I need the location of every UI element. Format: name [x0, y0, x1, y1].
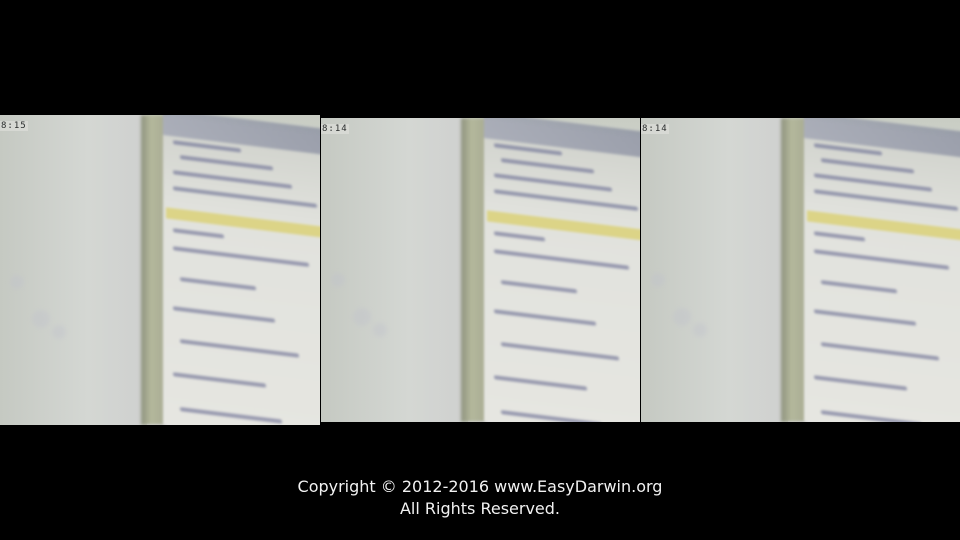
rights-line: All Rights Reserved.: [399, 499, 561, 518]
camera-feed-scene: [641, 118, 960, 422]
camera-feed-scene: [0, 115, 320, 425]
text-line: [820, 280, 897, 294]
text-line: [820, 158, 914, 174]
text-line: [493, 231, 545, 242]
text-line: [493, 189, 638, 211]
monitor-screen: [483, 118, 640, 422]
text-line: [173, 186, 318, 208]
text-line: [173, 306, 276, 323]
highlighted-line: [807, 210, 960, 243]
text-line: [180, 407, 282, 424]
blur-spot: [693, 323, 707, 337]
wall-area: [641, 118, 788, 422]
text-line: [173, 246, 310, 267]
timestamp-overlay: 8:15: [0, 121, 28, 131]
blur-spot: [32, 310, 50, 328]
blur-spot: [353, 308, 371, 326]
text-line: [493, 173, 613, 192]
copyright-footer: Copyright © 2012-2016 www.EasyDarwin.org…: [0, 476, 960, 520]
text-line: [500, 158, 594, 174]
text-line: [173, 170, 293, 189]
text-line: [813, 309, 916, 326]
timestamp-overlay: 8:14: [321, 124, 349, 134]
text-line: [180, 155, 274, 171]
wall-area: [0, 115, 148, 425]
text-line: [813, 189, 958, 211]
monitor-screen: [803, 118, 960, 422]
screen-title-bar: [483, 118, 640, 159]
blur-spot: [373, 323, 387, 337]
screen-title-bar: [163, 115, 320, 156]
video-panel-1[interactable]: 8:15: [0, 115, 320, 425]
video-panel-2[interactable]: 8:14: [321, 118, 640, 422]
video-panel-3[interactable]: 8:14: [641, 118, 960, 422]
text-line: [493, 375, 587, 391]
text-line: [813, 173, 933, 192]
text-line: [493, 309, 596, 326]
text-line: [173, 228, 225, 239]
blur-spot: [52, 325, 66, 339]
text-line: [180, 339, 299, 358]
wall-area: [321, 118, 468, 422]
text-line: [173, 372, 267, 388]
text-line: [813, 249, 950, 270]
screen-title-bar: [803, 118, 960, 159]
blur-spot: [651, 273, 665, 287]
timestamp-overlay: 8:14: [641, 124, 669, 134]
copyright-line: Copyright © 2012-2016 www.EasyDarwin.org: [297, 477, 663, 496]
text-line: [180, 277, 257, 291]
video-stage: 8:15 8:14 8:14 Copyright © 2012-2016 www…: [0, 0, 960, 540]
blur-spot: [10, 275, 24, 289]
blur-spot: [673, 308, 691, 326]
camera-feed-scene: [321, 118, 640, 422]
text-line: [813, 231, 865, 242]
text-line: [820, 410, 923, 422]
text-line: [500, 410, 603, 422]
text-line: [493, 249, 630, 270]
text-line: [500, 280, 577, 294]
blur-spot: [331, 273, 345, 287]
highlighted-line: [166, 207, 320, 240]
text-line: [813, 375, 907, 391]
highlighted-line: [487, 210, 640, 243]
monitor-screen: [163, 115, 320, 425]
text-line: [820, 342, 939, 361]
text-line: [500, 342, 619, 361]
